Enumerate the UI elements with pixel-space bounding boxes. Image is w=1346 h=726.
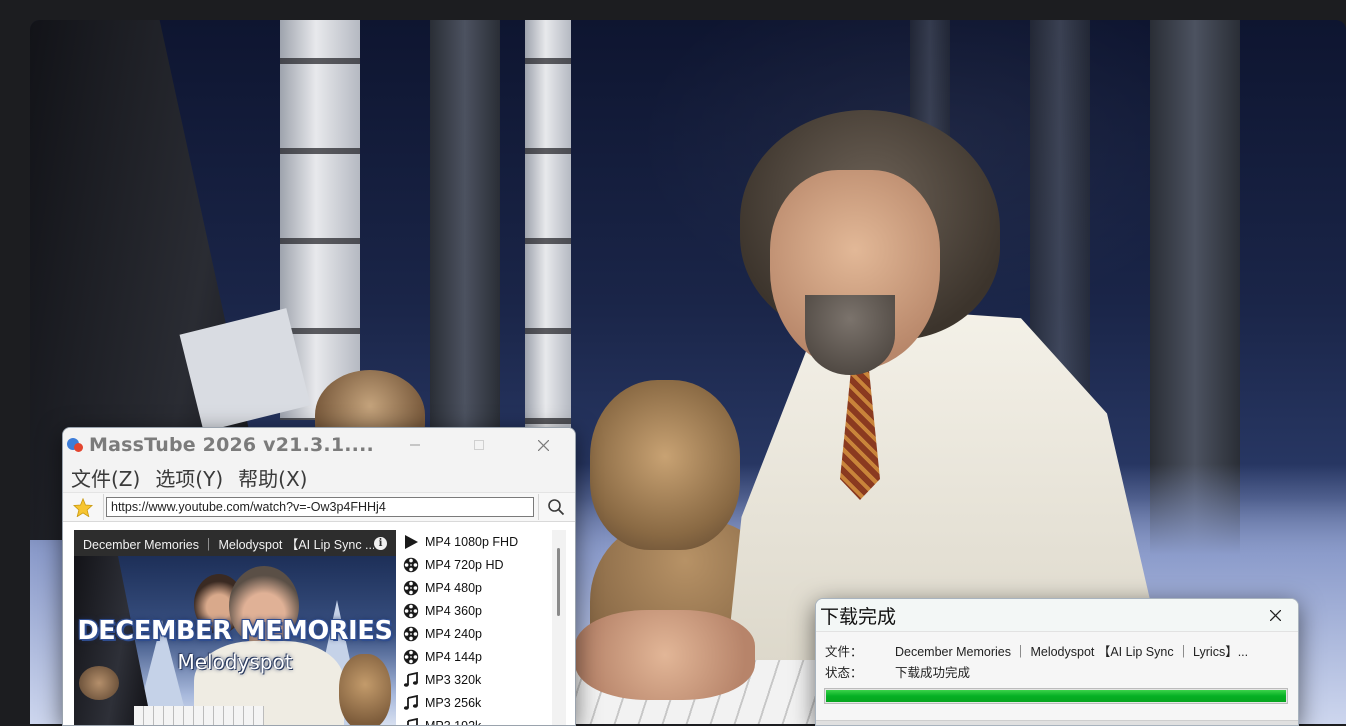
status-label: 状态： — [816, 662, 895, 681]
video-preview-panel[interactable]: December Memories ｜ Melodyspot 【AI Lip S… — [74, 530, 396, 726]
close-button[interactable] — [511, 428, 575, 462]
search-icon — [547, 498, 565, 516]
scrollbar-thumb[interactable] — [557, 548, 560, 616]
format-option[interactable]: MP4 360p — [403, 599, 553, 622]
progress-fill — [826, 690, 1286, 702]
music-note-icon — [403, 718, 425, 726]
format-label: MP4 144p — [425, 650, 482, 664]
menu-options[interactable]: 选项(Y) — [155, 463, 223, 492]
status-row: 状态： 下载成功完成 — [816, 661, 1298, 682]
star-icon — [73, 498, 93, 517]
menu-help[interactable]: 帮助(X) — [238, 463, 307, 492]
format-label: MP4 1080p FHD — [425, 535, 518, 549]
format-label: MP3 256k — [425, 696, 481, 710]
dialog-titlebar[interactable]: 下载完成 — [816, 599, 1298, 632]
file-value: December Memories ｜ Melodyspot 【AI Lip S… — [895, 641, 1248, 660]
maximize-button[interactable] — [447, 428, 511, 462]
favorites-button[interactable] — [63, 494, 104, 520]
birch-trunk — [525, 20, 571, 460]
maximize-icon — [474, 440, 484, 450]
menu-file[interactable]: 文件(Z) — [71, 463, 140, 492]
menu-bar: 文件(Z) 选项(Y) 帮助(X) — [63, 462, 575, 492]
format-option[interactable]: MP4 144p — [403, 645, 553, 668]
video-title: December Memories ｜ Melodyspot 【AI Lip S… — [83, 534, 374, 553]
play-icon — [403, 534, 425, 550]
format-option[interactable]: MP3 256k — [403, 691, 553, 714]
status-value: 下载成功完成 — [895, 662, 970, 681]
thumbnail-title: DECEMBER MEMORIES — [74, 616, 396, 646]
dialog-bottom-edge — [816, 720, 1298, 725]
file-label: 文件： — [816, 641, 895, 660]
minimize-button[interactable] — [383, 428, 447, 462]
minimize-icon — [410, 440, 420, 450]
thumbnail-subtitle: Melodyspot — [74, 650, 396, 674]
window-title: MassTube 2026 v21.3.1.... — [89, 434, 383, 456]
format-list: MP4 1080p FHD MP4 720p HD MP4 480p MP4 360p… — [403, 530, 553, 726]
video-thumbnail[interactable]: DECEMBER MEMORIES Melodyspot — [74, 556, 396, 726]
close-icon — [538, 440, 549, 451]
masstube-app-icon — [67, 436, 85, 454]
format-label: MP4 360p — [425, 604, 482, 618]
pianist-hands — [575, 610, 755, 700]
format-option[interactable]: MP3 192k — [403, 714, 553, 726]
dialog-close-button[interactable] — [1252, 599, 1298, 631]
download-progress-bar — [824, 688, 1288, 704]
format-scrollbar[interactable] — [552, 530, 566, 726]
film-reel-icon — [403, 626, 425, 642]
info-icon[interactable]: i — [374, 537, 387, 550]
pianist-beard — [805, 295, 895, 375]
format-label: MP4 480p — [425, 581, 482, 595]
format-option[interactable]: MP4 1080p FHD — [403, 530, 553, 553]
film-reel-icon — [403, 603, 425, 619]
format-label: MP4 240p — [425, 627, 482, 641]
masstube-window: MassTube 2026 v21.3.1.... 文件(Z) 选项(Y) 帮助… — [62, 427, 576, 726]
format-label: MP3 192k — [425, 719, 481, 726]
close-icon — [1270, 610, 1281, 621]
music-note-icon — [403, 695, 425, 711]
format-label: MP4 720p HD — [425, 558, 504, 572]
masstube-titlebar[interactable]: MassTube 2026 v21.3.1.... — [63, 428, 575, 462]
url-input[interactable] — [106, 497, 534, 517]
format-option[interactable]: MP3 320k — [403, 668, 553, 691]
film-reel-icon — [403, 557, 425, 573]
format-label: MP3 320k — [425, 673, 481, 687]
format-option[interactable]: MP4 480p — [403, 576, 553, 599]
music-note-icon — [403, 672, 425, 688]
video-caption: December Memories ｜ Melodyspot 【AI Lip S… — [74, 530, 396, 556]
download-complete-dialog: 下载完成 文件： December Memories ｜ Melodyspot … — [815, 598, 1299, 726]
search-button[interactable] — [538, 494, 573, 520]
film-reel-icon — [403, 649, 425, 665]
masstube-content: December Memories ｜ Melodyspot 【AI Lip S… — [63, 522, 575, 726]
dog-head — [590, 380, 740, 550]
film-reel-icon — [403, 580, 425, 596]
file-row: 文件： December Memories ｜ Melodyspot 【AI L… — [816, 640, 1298, 661]
url-toolbar — [63, 492, 575, 522]
format-option[interactable]: MP4 720p HD — [403, 553, 553, 576]
format-option[interactable]: MP4 240p — [403, 622, 553, 645]
dialog-title: 下载完成 — [816, 602, 1252, 629]
thumb-keys — [134, 706, 264, 726]
